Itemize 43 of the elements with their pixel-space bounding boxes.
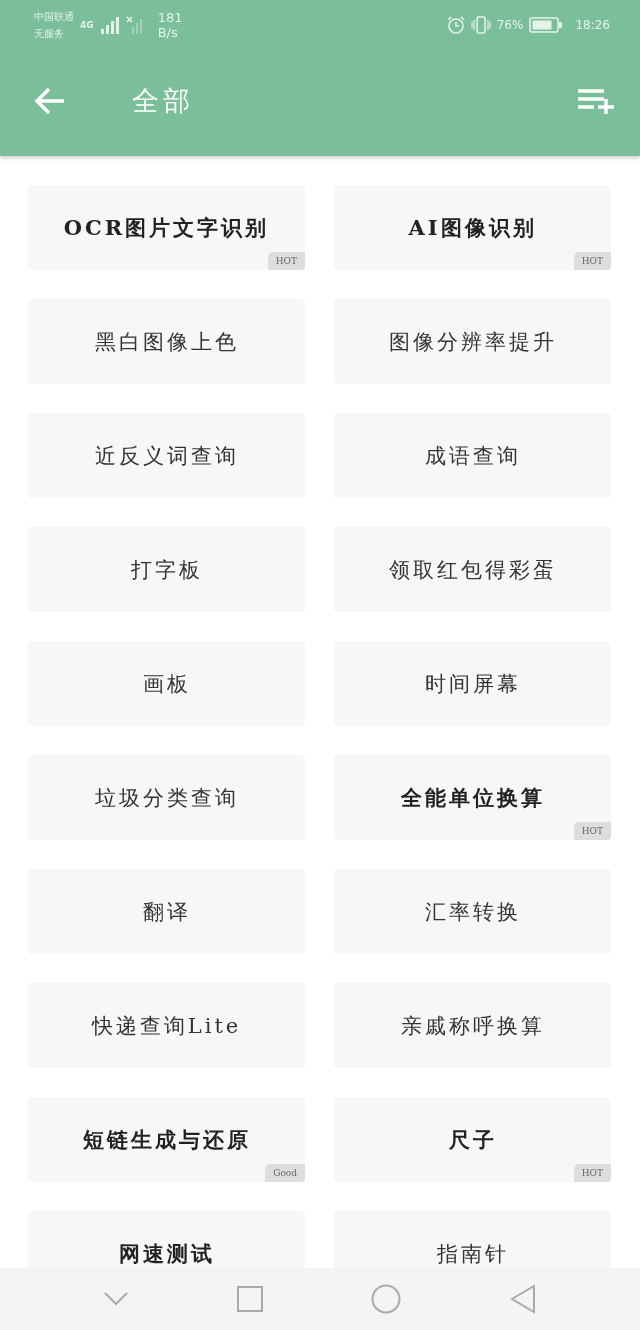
- tool-button[interactable]: 亲戚称呼换算: [334, 983, 611, 1068]
- tool-button[interactable]: 黑白图像上色: [28, 299, 305, 384]
- page-title: 全部: [132, 84, 195, 118]
- tool-button[interactable]: OCR图片文字识别 HOT: [28, 185, 305, 270]
- tool-button[interactable]: 指南针: [334, 1211, 611, 1268]
- badge: HOT: [267, 252, 305, 270]
- tool-button[interactable]: AI图像识别 HOT: [334, 185, 611, 270]
- network-type: 4G: [80, 20, 94, 30]
- tool-button[interactable]: 全能单位换算 HOT: [334, 755, 611, 840]
- tool-button[interactable]: 尺子 HOT: [334, 1097, 611, 1182]
- tool-button[interactable]: 时间屏幕: [334, 641, 611, 726]
- carrier-name: 中国联通: [34, 10, 74, 24]
- vibrate-icon: [470, 16, 491, 34]
- badge: HOT: [573, 822, 611, 840]
- tool-button[interactable]: 打字板: [28, 527, 305, 612]
- tool-button[interactable]: 快递查询Lite: [28, 983, 305, 1068]
- alarm-icon: [446, 16, 465, 34]
- add-list-button[interactable]: [578, 88, 614, 114]
- tool-button[interactable]: 汇率转换: [334, 869, 611, 954]
- signal-icon: [99, 16, 120, 34]
- tool-button[interactable]: 短链生成与还原 Good: [28, 1097, 305, 1182]
- home-button[interactable]: [371, 1284, 402, 1314]
- tool-button[interactable]: 网速测试: [28, 1211, 305, 1268]
- badge: Good: [265, 1164, 305, 1182]
- tool-button[interactable]: 近反义词查询: [28, 413, 305, 498]
- battery-percent: 76%: [496, 18, 524, 32]
- speed-unit: B/s: [157, 25, 179, 40]
- battery-icon: [529, 17, 564, 33]
- tool-button[interactable]: 垃圾分类查询: [28, 755, 305, 840]
- tool-button[interactable]: 画板: [28, 641, 305, 726]
- recents-button[interactable]: [236, 1286, 263, 1312]
- tool-button[interactable]: 翻译: [28, 869, 305, 954]
- network-speed: 181: [157, 10, 183, 25]
- back-button[interactable]: [34, 87, 66, 115]
- tool-button[interactable]: 图像分辨率提升: [334, 299, 611, 384]
- back-nav-button[interactable]: [509, 1284, 536, 1314]
- tool-button[interactable]: 成语查询: [334, 413, 611, 498]
- badge: HOT: [573, 252, 611, 270]
- clock-time: 18:26: [575, 18, 610, 32]
- carrier-status: 无服务: [34, 27, 65, 41]
- badge: HOT: [573, 1164, 611, 1182]
- collapse-button[interactable]: [104, 1292, 129, 1306]
- tool-button[interactable]: 领取红包得彩蛋: [334, 527, 611, 612]
